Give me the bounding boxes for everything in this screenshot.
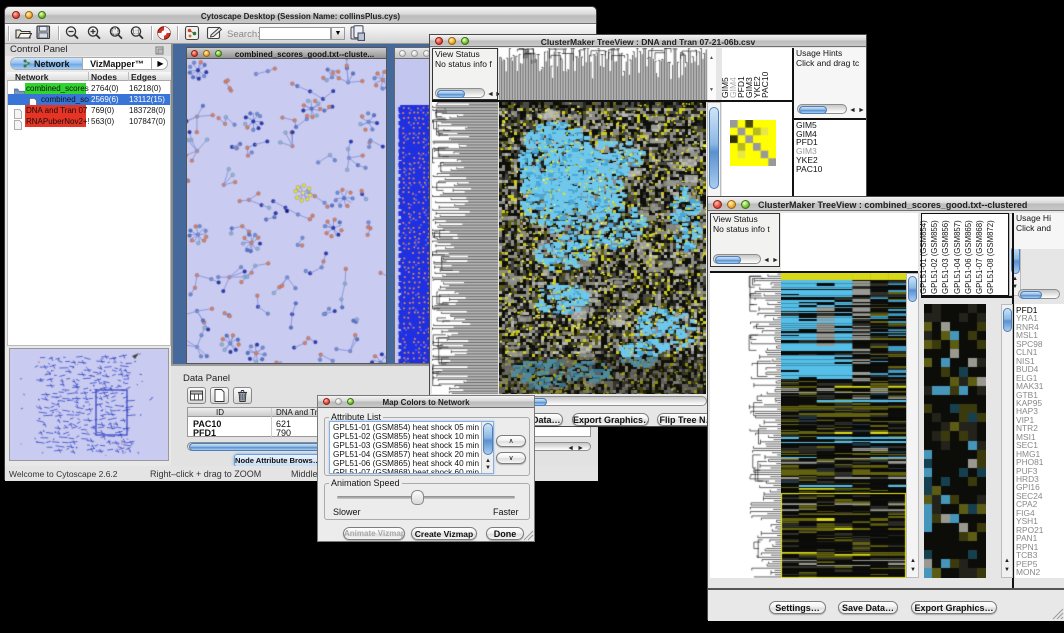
- svg-text:1:1: 1:1: [132, 30, 140, 36]
